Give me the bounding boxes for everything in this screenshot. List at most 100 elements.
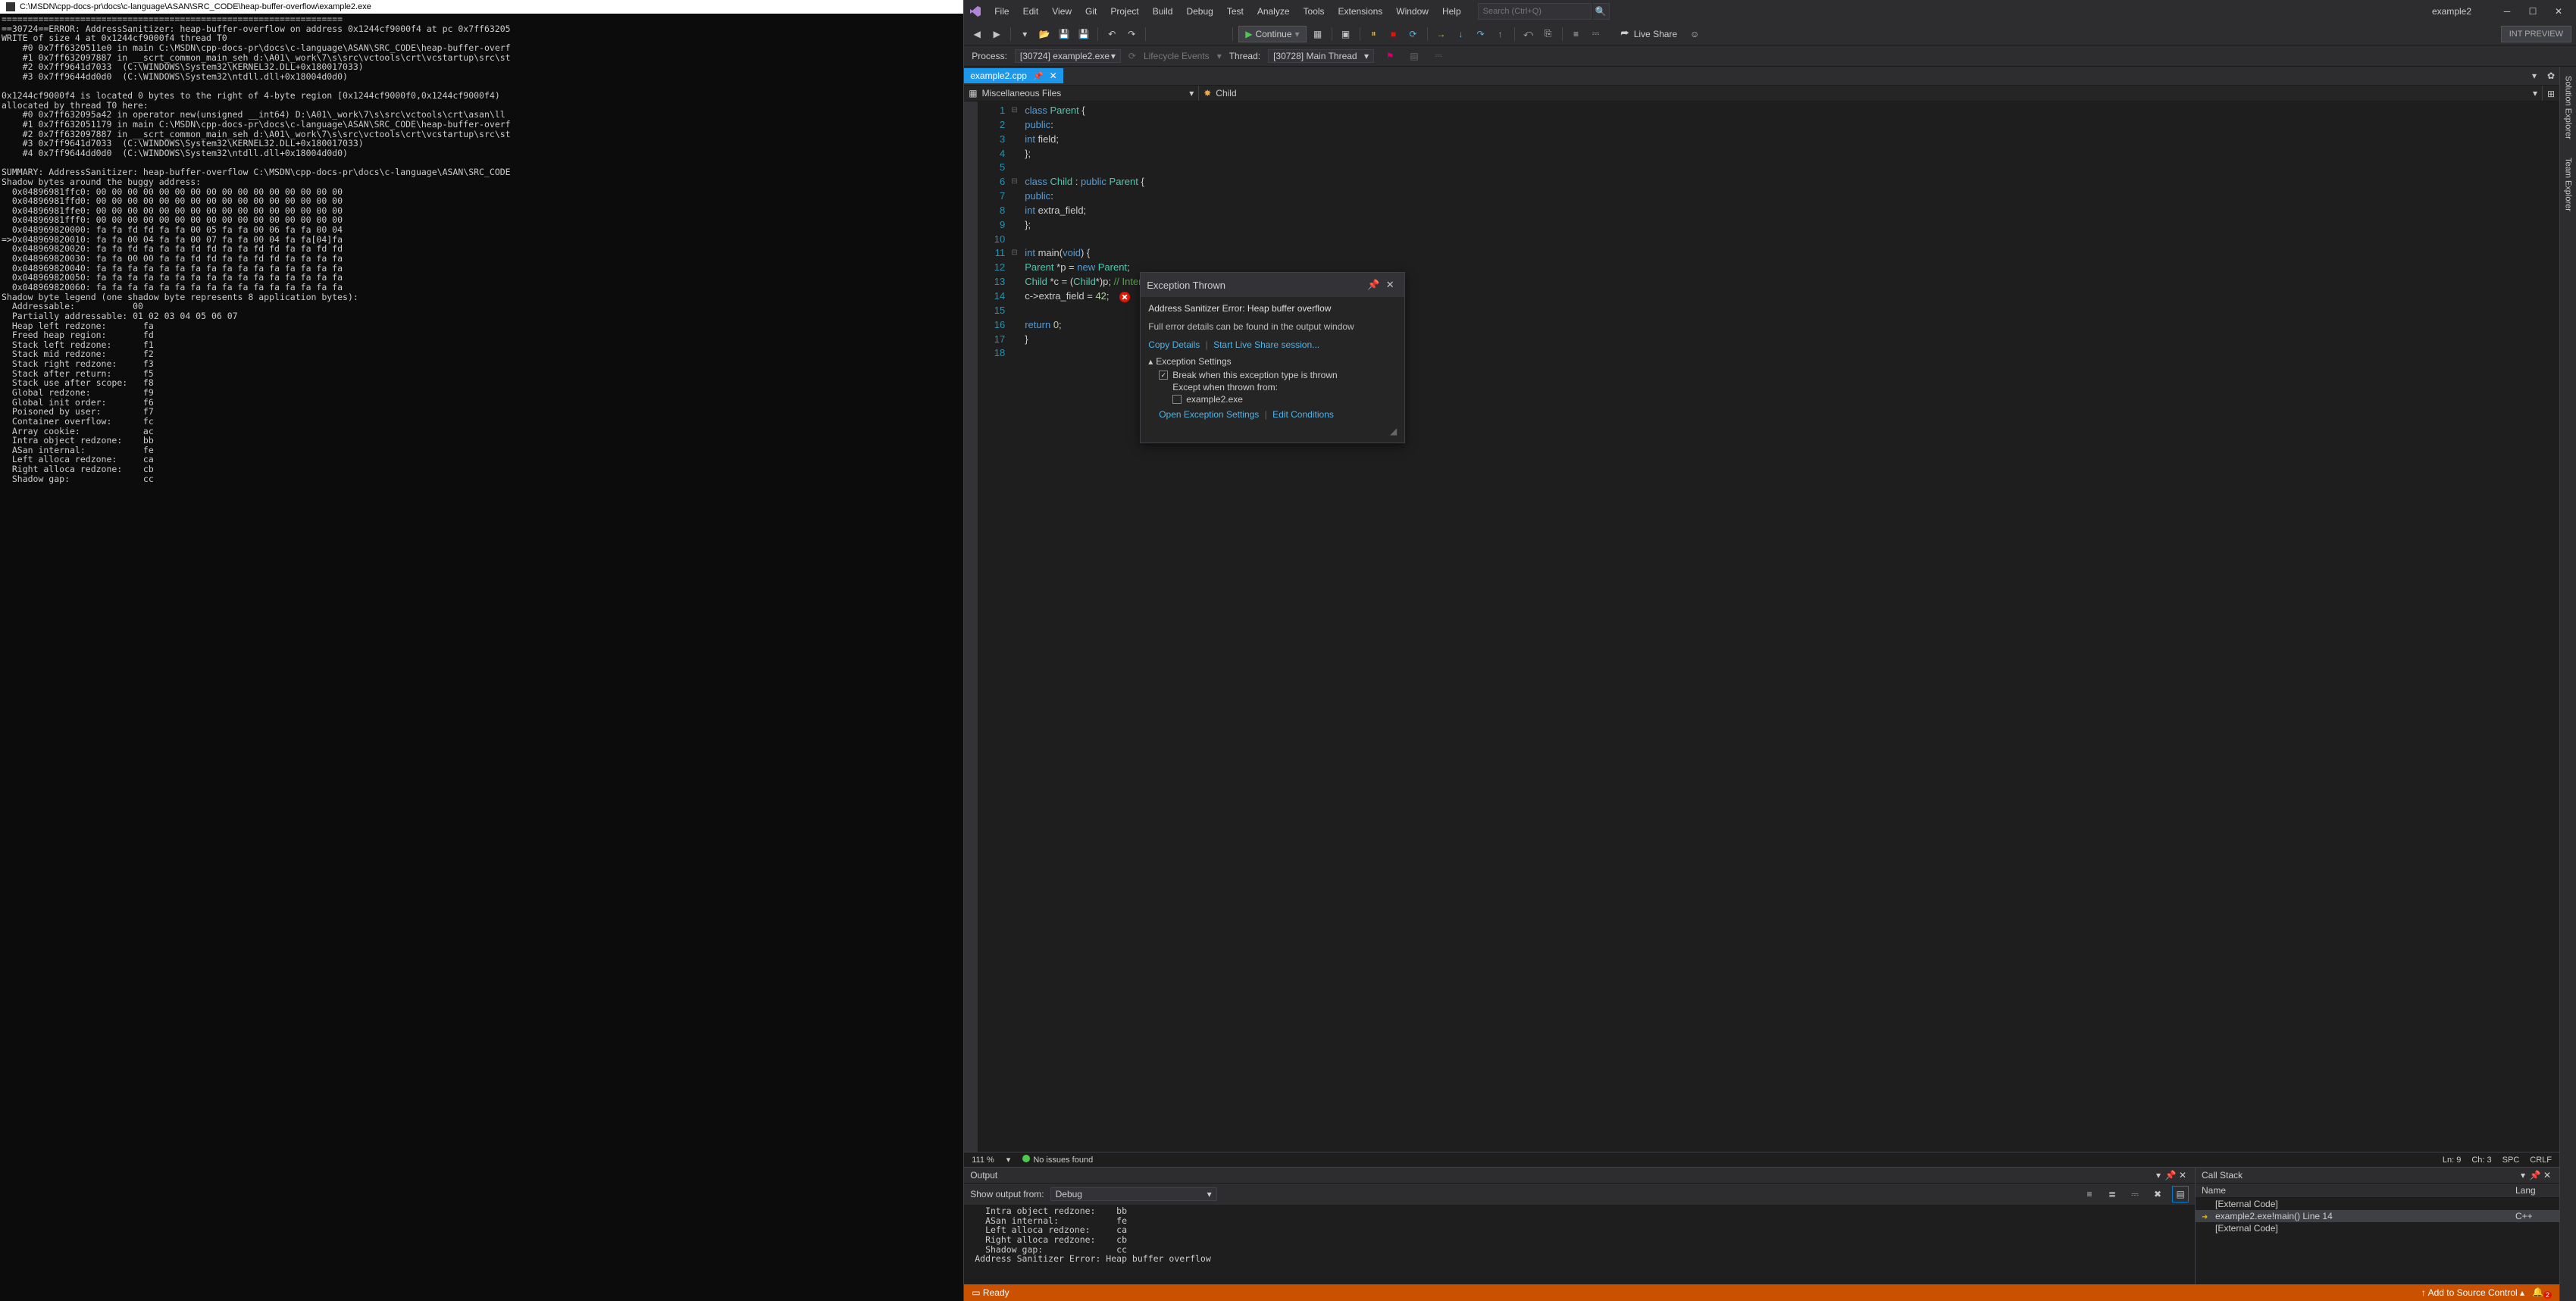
menu-test[interactable]: Test [1221,3,1250,20]
panel-close-icon[interactable]: ✕ [2541,1170,2553,1181]
callstack-col-name[interactable]: Name [2202,1185,2515,1196]
search-input[interactable] [1478,3,1592,20]
code-editor[interactable]: 123456789101112131415161718 ⊟ ⊟ ⊟ class … [964,102,2559,1152]
tabwell-settings-icon[interactable]: ✿ [2543,67,2559,84]
step-into-icon[interactable]: ↓ [1453,26,1470,42]
panel-close-icon[interactable]: ✕ [2177,1170,2189,1181]
step-over-icon[interactable]: ↷ [1473,26,1489,42]
menu-file[interactable]: File [988,3,1015,20]
new-item-icon[interactable]: ▾ [1016,26,1033,42]
menu-view[interactable]: View [1046,3,1078,20]
live-share-button[interactable]: ⮫ Live Share [1615,27,1684,41]
tb-icon-4[interactable]: ⎘ [1540,26,1557,42]
restart-icon[interactable]: ⟳ [1405,26,1422,42]
callstack-row[interactable]: [External Code] [2196,1198,2559,1210]
output-tb-4[interactable]: ✖ [2149,1186,2166,1202]
split-editor-icon[interactable]: ⊞ [2543,86,2559,102]
output-tb-1[interactable]: ≡ [2081,1186,2098,1202]
output-tb-5[interactable]: ▤ [2172,1186,2189,1202]
solution-explorer-tab[interactable]: Solution Explorer [2562,71,2574,144]
nav-member-dropdown[interactable]: ✸ Child ▾ [1199,86,2543,101]
collapse-icon: ▴ [1148,356,1153,367]
col-indicator[interactable]: Ch: 3 [2471,1156,2491,1165]
break-all-icon[interactable]: ⏸ [1366,26,1382,42]
line-indicator[interactable]: Ln: 9 [2443,1156,2461,1165]
open-exception-settings-link[interactable]: Open Exception Settings [1159,409,1259,420]
tb-icon-6[interactable]: ⎓ [1588,26,1604,42]
console-output[interactable]: ========================================… [0,14,963,1301]
tb-icon-1[interactable]: ▦ [1310,26,1326,42]
maximize-button[interactable]: ☐ [2520,2,2546,20]
process-dropdown[interactable]: [30724] example2.exe▾ [1015,49,1121,63]
add-source-control[interactable]: ↑ Add to Source Control ▴ [2421,1287,2524,1298]
tb-icon-5[interactable]: ≡ [1568,26,1585,42]
panel-dropdown-icon[interactable]: ▾ [2152,1170,2164,1181]
close-popup-icon[interactable]: ✕ [1382,277,1398,293]
code-content[interactable]: class Parent { public: int field; }; cla… [1022,102,2559,1152]
nav-fwd-icon[interactable]: ▶ [988,26,1005,42]
minimize-button[interactable]: ─ [2494,2,2520,20]
breakpoint-margin[interactable] [964,102,978,1152]
save-icon[interactable]: 💾 [1056,26,1072,42]
thread-dropdown[interactable]: [30728] Main Thread▾ [1268,49,1374,63]
menu-edit[interactable]: Edit [1017,3,1045,20]
callstack-col-lang[interactable]: Lang [2515,1185,2553,1196]
start-liveshare-link[interactable]: Start Live Share session... [1213,339,1319,350]
issues-text[interactable]: No issues found [1033,1156,1093,1165]
panel-dropdown-icon[interactable]: ▾ [2517,1170,2529,1181]
feedback-icon[interactable]: ☺ [1686,26,1703,42]
flag-icon[interactable]: ⚑ [1382,48,1398,64]
fold-margin[interactable]: ⊟ ⊟ ⊟ [1011,102,1022,1152]
output-source-dropdown[interactable]: Debug▾ [1050,1187,1217,1201]
close-button[interactable]: ✕ [2546,2,2571,20]
tab-example2-cpp[interactable]: example2.cpp 📌 ✕ [964,68,1063,83]
stack-frame-icon[interactable]: ▤ [1406,48,1423,64]
tabwell-dropdown-icon[interactable]: ▾ [2526,67,2543,84]
menu-build[interactable]: Build [1147,3,1179,20]
nav-scope-dropdown[interactable]: ▦ Miscellaneous Files ▾ [964,86,1199,101]
open-icon[interactable]: 📂 [1036,26,1053,42]
copy-details-link[interactable]: Copy Details [1148,339,1200,350]
lifecycle-label[interactable]: Lifecycle Events [1144,51,1210,61]
output-tb-3[interactable]: ⎓ [2127,1186,2143,1202]
console-titlebar[interactable]: C:\MSDN\cpp-docs-pr\docs\c-language\ASAN… [0,0,963,14]
lineending-indicator[interactable]: CRLF [2530,1156,2552,1165]
pin-icon[interactable]: 📌 [1033,71,1044,81]
team-explorer-tab[interactable]: Team Explorer [2562,153,2574,216]
tb-icon-7[interactable]: ⎓ [1430,48,1447,64]
save-all-icon[interactable]: 💾 [1075,26,1092,42]
break-checkbox[interactable] [1159,371,1168,380]
undo-icon[interactable]: ↶ [1103,26,1120,42]
menu-window[interactable]: Window [1390,3,1435,20]
nav-back-icon[interactable]: ◀ [969,26,985,42]
notifications-icon[interactable]: 🔔2 [2532,1287,2552,1299]
except-checkbox[interactable] [1172,395,1182,404]
stop-debug-icon[interactable]: ■ [1385,26,1402,42]
callstack-row[interactable]: [External Code] [2196,1222,2559,1234]
step-out-icon[interactable]: ↑ [1492,26,1509,42]
search-button[interactable]: 🔍 [1593,3,1610,20]
show-next-icon[interactable]: → [1433,26,1450,42]
exception-settings-toggle[interactable]: ▴ Exception Settings [1148,356,1397,367]
menu-help[interactable]: Help [1436,3,1467,20]
redo-icon[interactable]: ↷ [1123,26,1140,42]
zoom-level[interactable]: 111 % [972,1156,994,1165]
callstack-row[interactable]: ➜example2.exe!main() Line 14C++ [2196,1210,2559,1222]
menu-git[interactable]: Git [1079,3,1103,20]
tb-icon-3[interactable]: ⤺ [1520,26,1537,42]
menu-debug[interactable]: Debug [1180,3,1219,20]
tb-icon-2[interactable]: ▣ [1338,26,1354,42]
menu-extensions[interactable]: Extensions [1332,3,1389,20]
panel-pin-icon[interactable]: 📌 [2164,1170,2177,1181]
panel-pin-icon[interactable]: 📌 [2529,1170,2541,1181]
indent-indicator[interactable]: SPC [2502,1156,2520,1165]
menu-tools[interactable]: Tools [1297,3,1331,20]
edit-conditions-link[interactable]: Edit Conditions [1272,409,1334,420]
pin-popup-icon[interactable]: 📌 [1365,277,1382,293]
output-text[interactable]: Intra object redzone: bb ASan internal: … [964,1205,2195,1284]
menu-analyze[interactable]: Analyze [1251,3,1296,20]
menu-project[interactable]: Project [1104,3,1144,20]
close-tab-icon[interactable]: ✕ [1050,70,1057,81]
output-tb-2[interactable]: ≣ [2104,1186,2121,1202]
continue-button[interactable]: ▶ Continue ▾ [1238,26,1306,42]
